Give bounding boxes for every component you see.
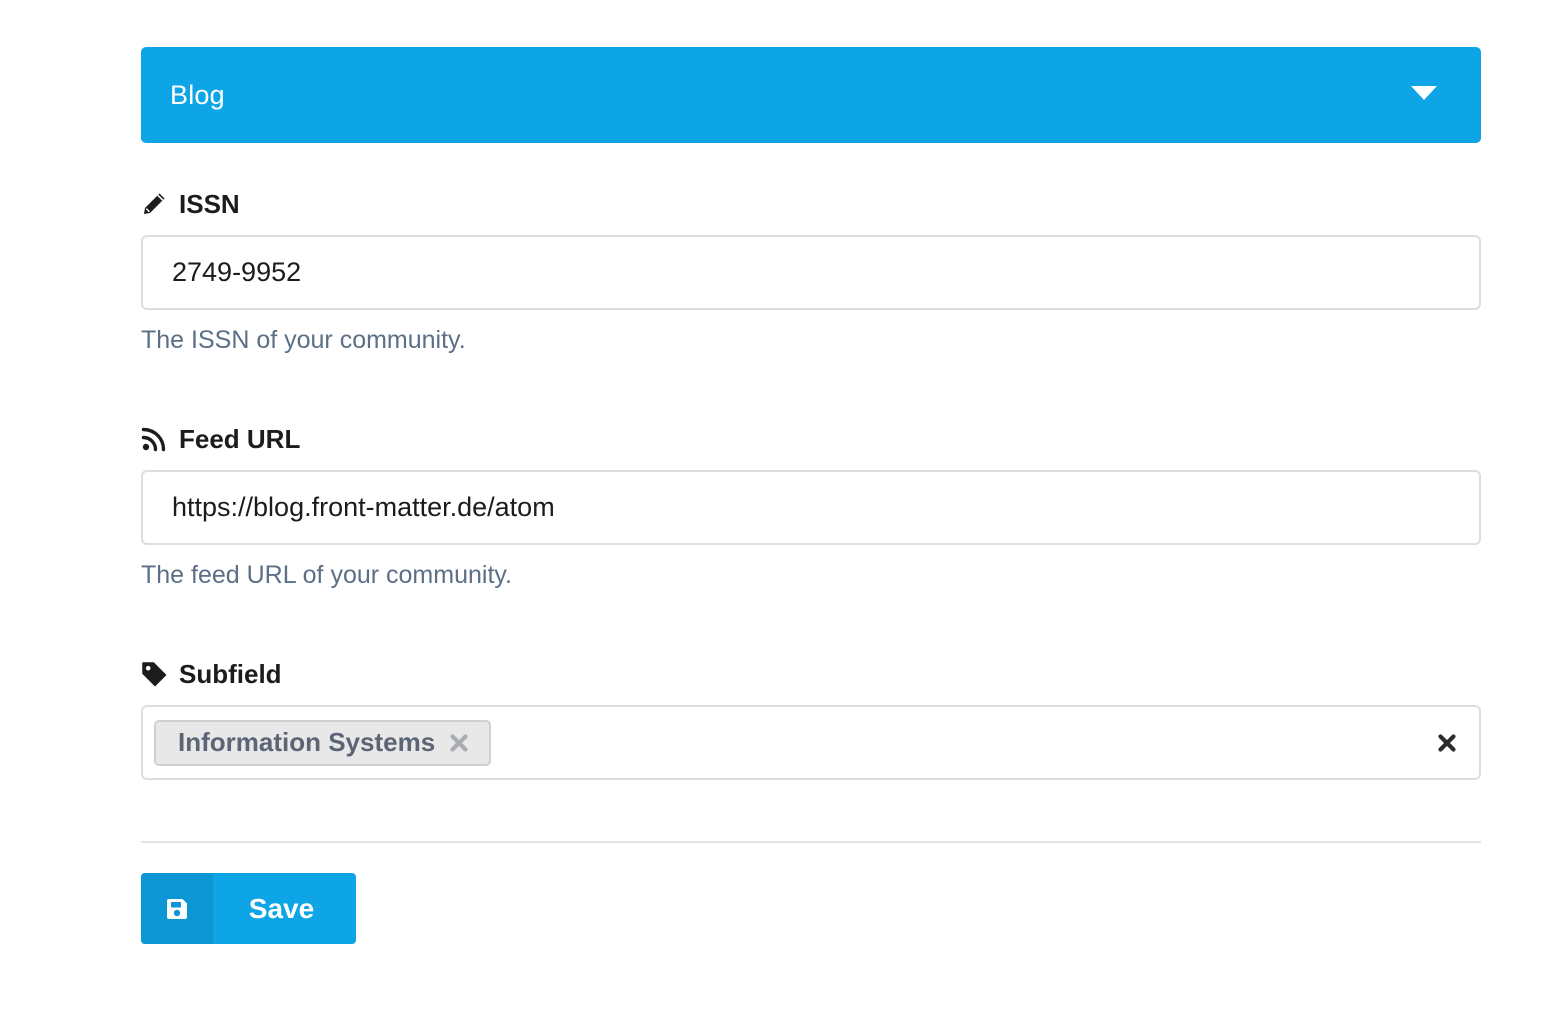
save-button[interactable]: Save xyxy=(141,873,356,944)
subfield-label-text: Subfield xyxy=(179,658,282,689)
selected-tag-label: Information Systems xyxy=(178,727,436,757)
selected-tag: Information Systems xyxy=(154,719,492,766)
feed-url-help-text: The feed URL of your community. xyxy=(141,561,512,589)
issn-input[interactable] xyxy=(141,235,1481,310)
feed-url-input[interactable] xyxy=(141,470,1481,545)
subfield-field-group: Subfield Information Systems xyxy=(141,658,1481,780)
blog-accordion-header[interactable]: Blog xyxy=(141,47,1481,143)
save-button-label: Save xyxy=(248,892,315,924)
accordion-title: Blog xyxy=(170,79,225,110)
subfield-select[interactable]: Information Systems xyxy=(141,705,1481,780)
rss-icon xyxy=(141,425,169,453)
tag-icon xyxy=(141,660,169,688)
issn-field-group: ISSN The ISSN of your community. xyxy=(141,188,1481,356)
close-icon[interactable] xyxy=(449,733,469,753)
issn-label-text: ISSN xyxy=(179,188,240,219)
floppy-disk-icon xyxy=(141,873,213,944)
subfield-label: Subfield xyxy=(141,658,1481,690)
clear-selection-icon[interactable] xyxy=(1437,733,1457,753)
feed-url-field-group: Feed URL The feed URL of your community. xyxy=(141,423,1481,591)
pencil-icon xyxy=(141,190,169,218)
blog-form: Blog ISSN The ISSN of your community. xyxy=(141,47,1481,944)
issn-help-text: The ISSN of your community. xyxy=(141,326,466,354)
caret-down-icon[interactable] xyxy=(1411,85,1437,105)
issn-label: ISSN xyxy=(141,188,1481,220)
feed-url-label-text: Feed URL xyxy=(179,423,301,454)
form-divider xyxy=(141,841,1481,843)
feed-url-label: Feed URL xyxy=(141,423,1481,455)
